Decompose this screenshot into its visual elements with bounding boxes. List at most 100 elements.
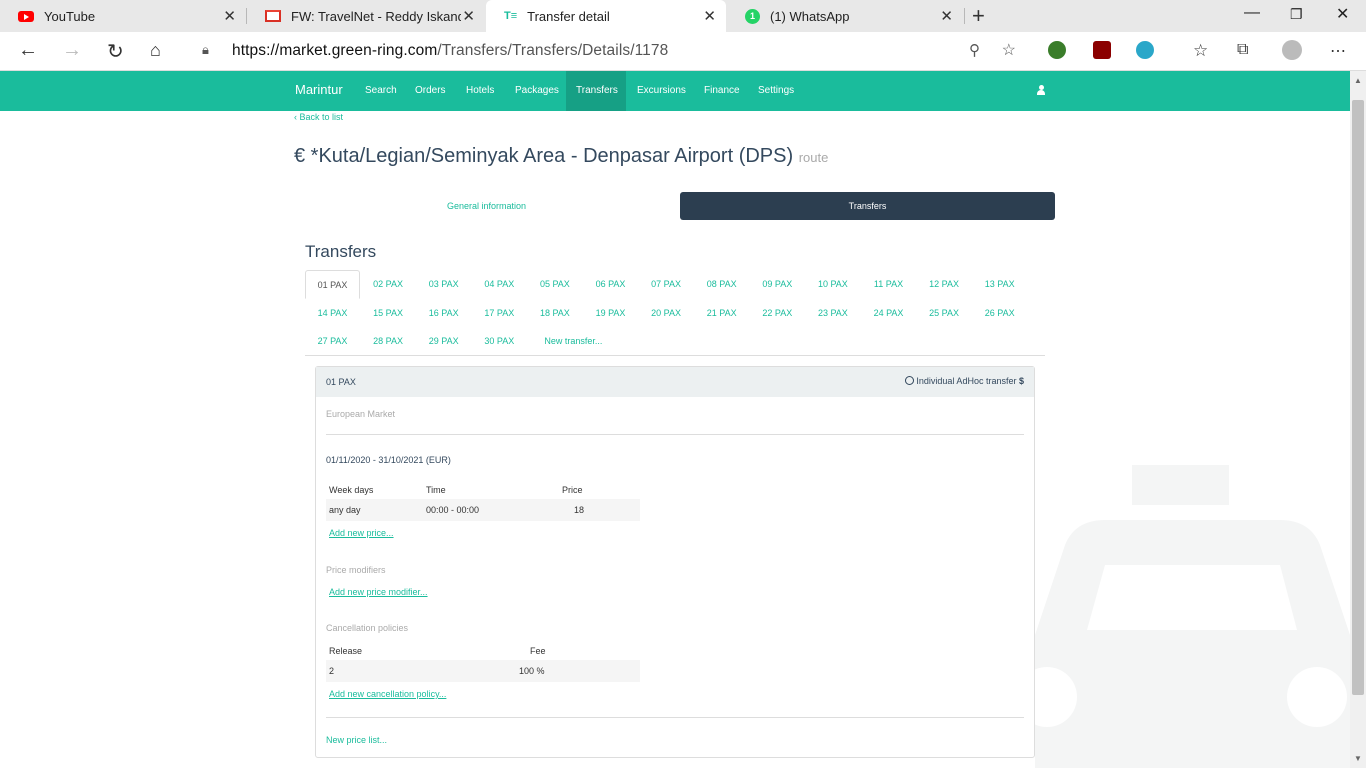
pax-tab[interactable]: 05 PAX (527, 270, 582, 299)
close-icon[interactable]: ✕ (940, 7, 953, 25)
brand-logo[interactable]: Marintur (295, 82, 343, 97)
new-transfer-tab[interactable]: New transfer... (533, 327, 613, 356)
pax-tab[interactable]: 20 PAX (639, 299, 694, 328)
pax-tab[interactable]: 18 PAX (527, 299, 582, 328)
extension-ublock-icon[interactable] (1093, 41, 1111, 59)
pax-tab[interactable]: 04 PAX (472, 270, 527, 299)
pax-tab[interactable]: 22 PAX (750, 299, 805, 328)
youtube-icon (18, 10, 34, 22)
favorites-icon[interactable]: ☆ (1193, 41, 1208, 61)
new-tab-button[interactable]: + (972, 3, 985, 29)
pax-tab[interactable]: 23 PAX (805, 299, 860, 328)
pax-tab[interactable]: 07 PAX (639, 270, 694, 299)
pax-tab[interactable]: 16 PAX (416, 299, 471, 328)
browser-tab-youtube[interactable]: YouTube ✕ (0, 0, 246, 32)
restore-button[interactable]: ❐ (1290, 6, 1303, 23)
pax-tab[interactable]: 11 PAX (861, 270, 916, 299)
pax-tab[interactable]: 17 PAX (472, 299, 527, 328)
add-cancellation-policy-link[interactable]: Add new cancellation policy... (329, 689, 446, 699)
scrollbar-thumb[interactable] (1352, 100, 1364, 695)
divider (305, 355, 1045, 356)
url-field[interactable]: 🔒︎ https://market.green-ring.com/Transfe… (188, 36, 1028, 66)
reload-icon[interactable]: ↻ (107, 39, 124, 64)
currency-icon: $ (1018, 376, 1024, 386)
pax-tab[interactable]: 08 PAX (694, 270, 749, 299)
page-title-suffix: route (798, 150, 829, 165)
pax-tab[interactable]: 26 PAX (972, 299, 1027, 328)
cancel-cell-release: 2 (329, 666, 335, 676)
pax-tab[interactable]: 02 PAX (361, 270, 416, 299)
pax-tab[interactable]: 29 PAX (416, 327, 471, 356)
tab-transfers[interactable]: Transfers (680, 192, 1055, 220)
divider (326, 434, 1024, 435)
transfer-panel: 01 PAX Individual AdHoc transfer $ Europ… (315, 366, 1035, 758)
nav-transfers[interactable]: Transfers (566, 71, 626, 111)
more-menu-icon[interactable]: ⋯ (1330, 41, 1346, 61)
pax-tab[interactable]: 27 PAX (305, 327, 360, 356)
extension-gear-icon[interactable] (1136, 41, 1154, 59)
new-price-list-link[interactable]: New price list... (326, 735, 387, 745)
page-title: € *Kuta/Legian/Seminyak Area - Denpasar … (294, 145, 829, 167)
minimize-button[interactable]: — (1244, 4, 1260, 22)
home-icon[interactable]: ⌂ (150, 40, 161, 61)
pax-tab[interactable]: 21 PAX (694, 299, 749, 328)
pax-tab[interactable]: 01 PAX (305, 270, 360, 299)
price-cell-time: 00:00 - 00:00 (426, 505, 480, 515)
url-text: https://market.green-ring.com/Transfers/… (232, 42, 669, 59)
zoom-icon[interactable]: ⚲ (969, 41, 980, 59)
pax-tab[interactable]: 03 PAX (416, 270, 471, 299)
tab-title: FW: TravelNet - Reddy Iskandar I (291, 8, 461, 24)
close-icon[interactable]: ✕ (462, 7, 475, 25)
price-table-header-weekdays: Week days (329, 485, 374, 495)
pax-tab[interactable]: 30 PAX (472, 327, 527, 356)
scroll-up-icon[interactable]: ▲ (1354, 76, 1362, 85)
site-navbar: Marintur Search Orders Hotels Packages T… (0, 71, 1350, 111)
collections-icon[interactable]: ⧉ (1237, 41, 1248, 59)
user-icon[interactable] (1037, 85, 1045, 95)
nav-hotels[interactable]: Hotels (456, 71, 504, 111)
nav-orders[interactable]: Orders (405, 71, 456, 111)
tab-general-information[interactable]: General information (299, 192, 674, 220)
nav-search[interactable]: Search (355, 71, 407, 111)
add-price-modifier-link[interactable]: Add new price modifier... (329, 587, 428, 597)
price-modifiers-label: Price modifiers (326, 565, 386, 575)
price-cell-weekday: any day (329, 505, 361, 515)
close-icon[interactable]: ✕ (703, 7, 716, 25)
add-new-price-link[interactable]: Add new price... (329, 528, 394, 538)
forward-arrow-icon[interactable]: → (62, 39, 82, 62)
scroll-down-icon[interactable]: ▼ (1354, 754, 1362, 763)
browser-tab-transfer-detail[interactable]: T≡ Transfer detail ✕ (486, 0, 726, 32)
pax-tab[interactable]: 19 PAX (583, 299, 638, 328)
close-window-button[interactable]: ✕ (1336, 4, 1349, 24)
back-to-list-link[interactable]: ‹ Back to list (294, 112, 343, 122)
pax-tab[interactable]: 12 PAX (917, 270, 972, 299)
cancel-table-header-fee: Fee (530, 646, 546, 656)
pax-tab[interactable]: 28 PAX (361, 327, 416, 356)
travelnet-icon: T≡ (504, 10, 518, 22)
pax-tab[interactable]: 09 PAX (750, 270, 805, 299)
price-table-header-time: Time (426, 485, 446, 495)
nav-excursions[interactable]: Excursions (627, 71, 696, 111)
close-icon[interactable]: ✕ (223, 7, 236, 25)
back-arrow-icon[interactable]: ← (18, 39, 38, 62)
pax-tab[interactable]: 25 PAX (917, 299, 972, 328)
panel-header-title: 01 PAX (326, 377, 356, 387)
pax-tab[interactable]: 13 PAX (972, 270, 1027, 299)
browser-tab-whatsapp[interactable]: 1 (1) WhatsApp ✕ (727, 0, 963, 32)
pax-tab[interactable]: 14 PAX (305, 299, 360, 328)
nav-settings[interactable]: Settings (748, 71, 804, 111)
pax-tab[interactable]: 15 PAX (361, 299, 416, 328)
nav-packages[interactable]: Packages (505, 71, 569, 111)
cancel-cell-fee: 100 % (519, 666, 545, 676)
pax-tab[interactable]: 24 PAX (861, 299, 916, 328)
pax-tab[interactable]: 10 PAX (805, 270, 860, 299)
table-row (326, 499, 640, 521)
add-favorite-icon[interactable]: ☆ (1002, 40, 1016, 60)
nav-finance[interactable]: Finance (694, 71, 750, 111)
market-label: European Market (326, 409, 396, 419)
browser-tab-gmail[interactable]: FW: TravelNet - Reddy Iskandar I ✕ (247, 0, 485, 32)
price-cell-price: 18 (574, 505, 585, 515)
extension-globe-icon[interactable] (1048, 41, 1066, 59)
pax-tab[interactable]: 06 PAX (583, 270, 638, 299)
profile-avatar[interactable] (1282, 40, 1302, 60)
